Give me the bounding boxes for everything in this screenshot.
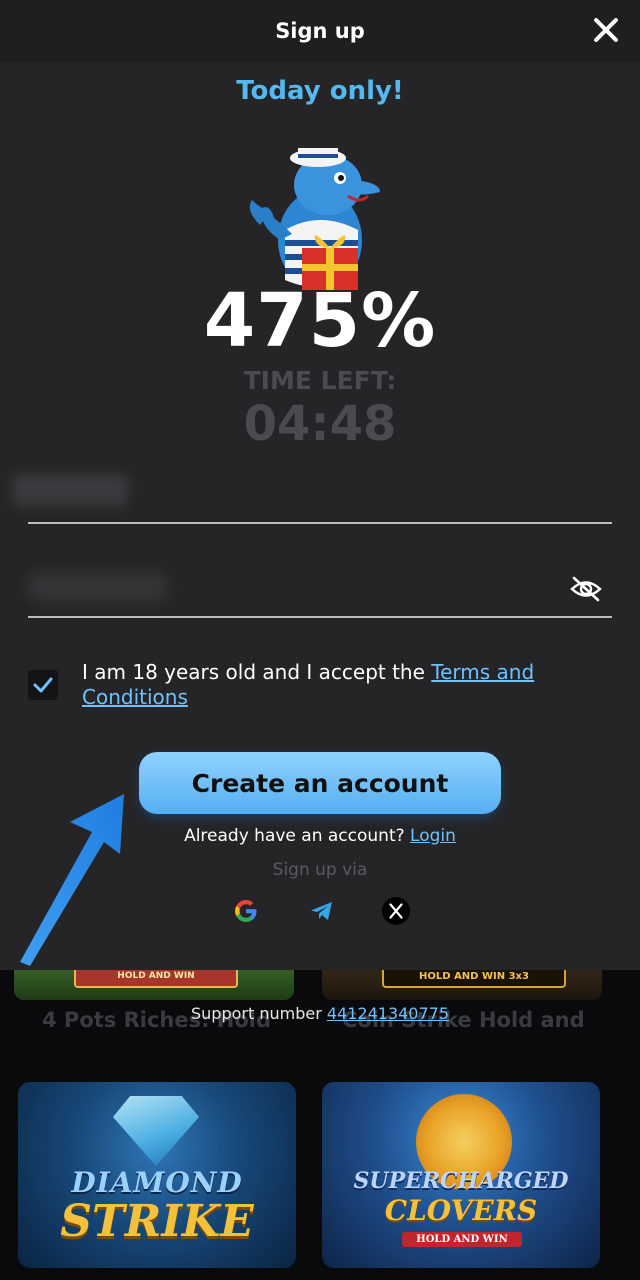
password-field[interactable] [28,554,612,618]
create-account-button[interactable]: Create an account [139,752,501,814]
modal-header: Sign up [0,0,640,62]
eye-off-icon[interactable] [570,576,602,602]
tile-logo-line: STRIKE [60,1196,254,1247]
terms-text: I am 18 years old and I accept the Terms… [82,660,602,710]
game-tile-diamond-strike[interactable]: DIAMOND STRIKE [18,1082,296,1268]
tile-logo-line: SUPERCHARGED [353,1168,569,1194]
login-link[interactable]: Login [410,826,456,846]
already-label: Already have an account? [184,826,411,846]
bonus-percent: 475% [203,278,437,364]
support-label: Support number [190,1004,327,1023]
time-left-label: TIME LEFT: [243,366,397,395]
tile-logo-line: HOLD AND WIN [402,1232,522,1247]
promo-label: Today only! [236,76,404,106]
support-number: Support number 441241340775 [0,1004,640,1023]
blurred-email-value [12,474,128,506]
pointer-arrow-icon [20,794,124,966]
dolphin-mascot-icon [249,148,380,290]
x-icon[interactable] [382,897,410,925]
blurred-password-value [28,572,168,602]
tile-logo-line: CLOVERS [384,1194,538,1227]
modal-title: Sign up [275,19,365,43]
close-icon[interactable] [588,12,624,48]
terms-label: I am 18 years old and I accept the [82,660,432,684]
checkmark-icon [33,677,53,693]
google-icon[interactable] [232,897,260,925]
countdown-timer: 04:48 [243,396,397,452]
telegram-icon[interactable] [308,897,336,925]
email-field[interactable] [12,460,612,524]
game-tile-supercharged-clovers[interactable]: SUPERCHARGED CLOVERS HOLD AND WIN [322,1082,600,1268]
terms-checkbox[interactable] [28,670,58,700]
support-phone-link[interactable]: 441241340775 [327,1004,449,1023]
tile-logo-line: DIAMOND [71,1166,243,1199]
diamond-icon [113,1096,199,1166]
